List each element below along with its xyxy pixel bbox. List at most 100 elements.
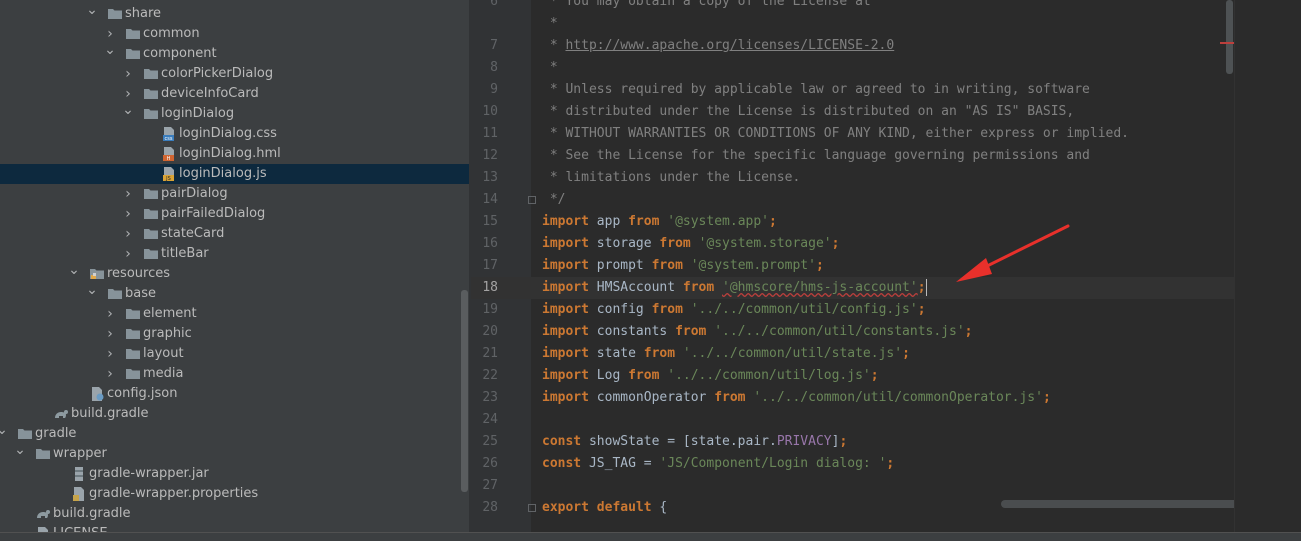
code-text: * (542, 60, 558, 75)
chevron-right-icon[interactable]: › (120, 204, 136, 224)
tree-item-label: media (143, 366, 184, 381)
folder-icon (125, 326, 141, 342)
tree-item-label: pairFailedDialog (161, 206, 266, 221)
code-line[interactable]: * (471, 13, 1301, 35)
chevron-down-icon[interactable]: ⌄ (102, 43, 118, 64)
tree-item[interactable]: ⌄ resources (0, 263, 469, 284)
code-text: export default { (542, 500, 668, 515)
tree-item[interactable]: › deviceInfoCard (0, 84, 469, 104)
folder-icon (107, 286, 123, 302)
chevron-right-icon[interactable]: › (120, 64, 136, 84)
chevron-right-icon[interactable]: › (120, 244, 136, 264)
tree-item[interactable]: › pairFailedDialog (0, 204, 469, 224)
code-line[interactable]: 6 * You may obtain a copy of the License… (471, 0, 1301, 13)
tree-item[interactable]: › common (0, 24, 469, 44)
fold-marker-icon[interactable] (528, 196, 536, 204)
tree-item[interactable]: gradle-wrapper.properties (0, 484, 469, 504)
tree-item[interactable]: css loginDialog.css (0, 124, 469, 144)
tree-item[interactable]: build.gradle (0, 404, 469, 424)
code-line[interactable]: 17 import prompt from '@system.prompt'; (471, 255, 1301, 277)
line-number: 10 (482, 104, 498, 119)
tree-item[interactable]: ⌄ component (0, 43, 469, 64)
chevron-right-icon[interactable]: › (102, 24, 118, 44)
tree-item[interactable]: ⌄ loginDialog (0, 103, 469, 124)
chevron-down-icon[interactable]: ⌄ (12, 443, 28, 464)
tree-item[interactable]: config.json (0, 384, 469, 404)
code-line[interactable]: 12 * See the License for the specific la… (471, 145, 1301, 167)
chevron-right-icon[interactable]: › (102, 344, 118, 364)
tree-item-label: element (143, 306, 197, 321)
code-line[interactable]: 23 import commonOperator from '../../comm… (471, 387, 1301, 409)
folder-icon (35, 446, 51, 462)
chevron-right-icon[interactable]: › (120, 84, 136, 104)
code-line[interactable]: 22 import Log from '../../common/util/log… (471, 365, 1301, 387)
code-line[interactable]: 25 const showState = [state.pair.PRIVACY]… (471, 431, 1301, 453)
code-line[interactable]: 16 import storage from '@system.storage'; (471, 233, 1301, 255)
error-stripe-marker[interactable] (1220, 42, 1234, 44)
tree-item[interactable]: › pairDialog (0, 184, 469, 204)
tree-item[interactable]: › titleBar (0, 244, 469, 264)
fold-marker-icon[interactable] (528, 504, 536, 512)
tree-item[interactable]: build.gradle (0, 504, 469, 524)
chevron-right-icon[interactable]: › (120, 224, 136, 244)
editor-vertical-scrollbar[interactable] (1226, 0, 1233, 74)
js-file-icon: JS (161, 166, 177, 182)
tree-item[interactable]: ⌄ base (0, 283, 469, 304)
code-line[interactable]: 14 */ (471, 189, 1301, 211)
tree-item[interactable]: › stateCard (0, 224, 469, 244)
chevron-down-icon[interactable]: ⌄ (66, 263, 82, 284)
tree-item[interactable]: gradle-wrapper.jar (0, 464, 469, 484)
code-line[interactable]: 20 import constants from '../../common/ut… (471, 321, 1301, 343)
folder-icon (125, 306, 141, 322)
folder-icon (107, 6, 123, 22)
project-tool-window: ⌄ share › common ⌄ component › colorPickerDialo… (0, 0, 469, 540)
line-number: 17 (482, 258, 498, 273)
code-line[interactable]: 7 * http://www.apache.org/licenses/LICEN… (471, 35, 1301, 57)
code-text: import config from '../../common/util/co… (542, 302, 926, 317)
line-number: 22 (482, 368, 498, 383)
chevron-right-icon[interactable]: › (102, 304, 118, 324)
tree-item-label: deviceInfoCard (161, 86, 259, 101)
code-line[interactable]: 13 * limitations under the License. (471, 167, 1301, 189)
code-line[interactable]: 10 * distributed under the License is di… (471, 101, 1301, 123)
tree-item-label: gradle-wrapper.properties (89, 486, 259, 501)
tree-item[interactable]: › graphic (0, 324, 469, 344)
code-line[interactable]: 21 import state from '../../common/util/s… (471, 343, 1301, 365)
chevron-right-icon[interactable]: › (102, 324, 118, 344)
project-tree-scrollbar[interactable] (461, 290, 468, 492)
folder-icon (143, 66, 159, 82)
folder-icon (143, 106, 159, 122)
tree-item[interactable]: › layout (0, 344, 469, 364)
line-number: 6 (490, 0, 498, 9)
code-line[interactable]: 27 (471, 475, 1301, 497)
tree-item[interactable]: ⌄ share (0, 3, 469, 24)
chevron-down-icon[interactable]: ⌄ (0, 423, 10, 444)
tree-item[interactable]: HloginDialog.hml (0, 144, 469, 164)
chevron-down-icon[interactable]: ⌄ (84, 3, 100, 24)
code-line[interactable]: 8 * (471, 57, 1301, 79)
tree-item[interactable]: › colorPickerDialog (0, 64, 469, 84)
chevron-down-icon[interactable]: ⌄ (84, 283, 100, 304)
code-text: import commonOperator from '../../common… (542, 390, 1051, 405)
code-line[interactable]: 11 * WITHOUT WARRANTIES OR CONDITIONS OF… (471, 123, 1301, 145)
gradle-file-icon (53, 406, 69, 422)
chevron-right-icon[interactable]: › (120, 184, 136, 204)
line-number: 14 (482, 192, 498, 207)
code-line[interactable]: 15 import app from '@system.app'; (471, 211, 1301, 233)
tree-item[interactable]: › element (0, 304, 469, 324)
code-line[interactable]: 9 * Unless required by applicable law or… (471, 79, 1301, 101)
chevron-down-icon[interactable]: ⌄ (120, 103, 136, 124)
code-line[interactable]: 19 import config from '../../common/util/… (471, 299, 1301, 321)
code-line[interactable]: 18 import HMSAccount from '@hmscore/hms-j… (471, 277, 1301, 299)
code-line[interactable]: 26 const JS_TAG = 'JS/Component/Login dia… (471, 453, 1301, 475)
tree-item[interactable]: ⌄ gradle (0, 423, 469, 444)
jar-file-icon (71, 466, 87, 482)
chevron-right-icon[interactable]: › (102, 364, 118, 384)
code-line[interactable]: 24 (471, 409, 1301, 431)
code-editor[interactable]: 6 * You may obtain a copy of the License… (471, 0, 1301, 540)
code-text: import app from '@system.app'; (542, 214, 777, 229)
tree-item[interactable]: › media (0, 364, 469, 384)
code-text: * limitations under the License. (542, 170, 801, 185)
tree-item[interactable]: JS loginDialog.js (0, 164, 469, 184)
tree-item[interactable]: ⌄ wrapper (0, 443, 469, 464)
